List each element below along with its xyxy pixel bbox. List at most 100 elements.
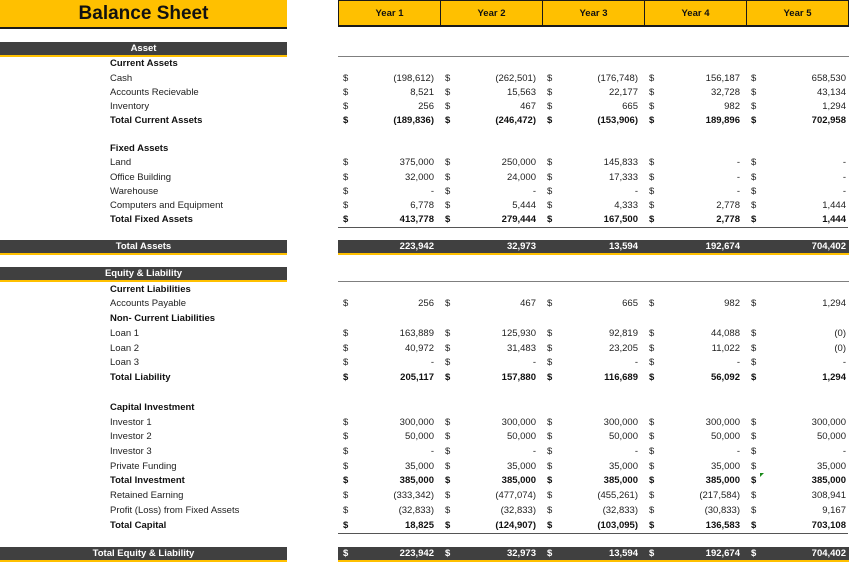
value-cell-year-2[interactable]: $385,000 xyxy=(440,474,542,489)
year-header-2[interactable]: Year 2 xyxy=(441,1,543,25)
value-cell-year-1[interactable]: $413,778 xyxy=(338,213,440,229)
value-cell-year-5[interactable]: $1,294 xyxy=(746,371,848,386)
row-label[interactable]: Non- Current Liabilities xyxy=(110,312,215,327)
value-cell-year-4[interactable]: $ (30,833) xyxy=(644,504,746,519)
row-label[interactable]: Office Building xyxy=(110,171,171,186)
value-cell-year-2[interactable]: $157,880 xyxy=(440,371,542,386)
value-cell-year-3[interactable]: $ (153,906) xyxy=(542,114,644,129)
value-cell-year-4[interactable]: $ - xyxy=(644,171,746,186)
value-cell-year-3[interactable]: $ (103,095) xyxy=(542,519,644,535)
row-label[interactable]: Profit (Loss) from Fixed Assets xyxy=(110,504,239,519)
value-cell-year-1[interactable]: $ - xyxy=(338,185,440,200)
total-cell-year-1[interactable]: 223,942 xyxy=(338,240,440,253)
value-cell-year-4[interactable]: $2,778 xyxy=(644,199,746,214)
value-cell-year-2[interactable]: $125,930 xyxy=(440,327,542,342)
value-cell-year-2[interactable]: $ (477,074) xyxy=(440,489,542,504)
value-cell-year-2[interactable]: $ (262,501) xyxy=(440,72,542,87)
value-cell-year-3[interactable]: $116,689 xyxy=(542,371,644,386)
row-label[interactable]: Private Funding xyxy=(110,460,177,475)
value-cell-year-5[interactable]: $1,294 xyxy=(746,100,848,115)
row-label[interactable]: Land xyxy=(110,156,131,171)
value-cell-year-5[interactable]: $1,444 xyxy=(746,199,848,214)
value-cell-year-5[interactable]: $43,134 xyxy=(746,86,848,101)
value-cell-year-2[interactable]: $31,483 xyxy=(440,342,542,357)
value-cell-year-4[interactable]: $2,778 xyxy=(644,213,746,229)
value-cell-year-1[interactable]: $256 xyxy=(338,100,440,115)
row-label[interactable]: Total Capital xyxy=(110,519,166,534)
total-cell-year-1[interactable]: $223,942 xyxy=(338,547,440,560)
total-cell-year-4[interactable]: 192,674 xyxy=(644,240,746,253)
value-cell-year-4[interactable]: $32,728 xyxy=(644,86,746,101)
value-cell-year-3[interactable]: $50,000 xyxy=(542,430,644,445)
row-label[interactable]: Total Current Assets xyxy=(110,114,202,129)
total-cell-year-3[interactable]: $13,594 xyxy=(542,547,644,560)
value-cell-year-2[interactable]: $300,000 xyxy=(440,416,542,431)
value-cell-year-2[interactable]: $ (124,907) xyxy=(440,519,542,535)
value-cell-year-2[interactable]: $467 xyxy=(440,100,542,115)
value-cell-year-4[interactable]: $ - xyxy=(644,156,746,171)
value-cell-year-2[interactable]: $50,000 xyxy=(440,430,542,445)
value-cell-year-5[interactable]: $702,958 xyxy=(746,114,848,129)
value-cell-year-5[interactable]: $ - xyxy=(746,171,848,186)
row-label[interactable]: Total Investment xyxy=(110,474,185,489)
row-label[interactable]: Investor 1 xyxy=(110,416,152,431)
row-label[interactable]: Investor 3 xyxy=(110,445,152,460)
value-cell-year-2[interactable]: $24,000 xyxy=(440,171,542,186)
value-cell-year-4[interactable]: $35,000 xyxy=(644,460,746,475)
value-cell-year-2[interactable]: $ - xyxy=(440,445,542,460)
value-cell-year-5[interactable]: $658,530 xyxy=(746,72,848,87)
row-label[interactable]: Current Liabilities xyxy=(110,283,191,298)
row-label[interactable]: Accounts Recievable xyxy=(110,86,199,101)
value-cell-year-1[interactable]: $8,521 xyxy=(338,86,440,101)
value-cell-year-2[interactable]: $ - xyxy=(440,356,542,371)
value-cell-year-4[interactable]: $44,088 xyxy=(644,327,746,342)
value-cell-year-1[interactable]: $300,000 xyxy=(338,416,440,431)
value-cell-year-1[interactable]: $163,889 xyxy=(338,327,440,342)
total-cell-year-3[interactable]: 13,594 xyxy=(542,240,644,253)
value-cell-year-4[interactable]: $156,187 xyxy=(644,72,746,87)
value-cell-year-3[interactable]: $17,333 xyxy=(542,171,644,186)
value-cell-year-2[interactable]: $467 xyxy=(440,297,542,312)
value-cell-year-2[interactable]: $279,444 xyxy=(440,213,542,229)
row-label[interactable]: Warehouse xyxy=(110,185,158,200)
value-cell-year-3[interactable]: $ - xyxy=(542,185,644,200)
row-label[interactable]: Loan 2 xyxy=(110,342,139,357)
value-cell-year-3[interactable]: $4,333 xyxy=(542,199,644,214)
total-cell-year-2[interactable]: $32,973 xyxy=(440,547,542,560)
value-cell-year-3[interactable]: $ (455,261) xyxy=(542,489,644,504)
value-cell-year-2[interactable]: $5,444 xyxy=(440,199,542,214)
value-cell-year-5[interactable]: $9,167 xyxy=(746,504,848,519)
value-cell-year-1[interactable]: $40,972 xyxy=(338,342,440,357)
value-cell-year-3[interactable]: $ (176,748) xyxy=(542,72,644,87)
value-cell-year-4[interactable]: $ - xyxy=(644,185,746,200)
value-cell-year-3[interactable]: $665 xyxy=(542,297,644,312)
value-cell-year-1[interactable]: $35,000 xyxy=(338,460,440,475)
value-cell-year-5[interactable]: $308,941 xyxy=(746,489,848,504)
value-cell-year-4[interactable]: $385,000 xyxy=(644,474,746,489)
row-label[interactable]: Capital Investment xyxy=(110,401,194,416)
value-cell-year-1[interactable]: $205,117 xyxy=(338,371,440,386)
value-cell-year-1[interactable]: $ - xyxy=(338,445,440,460)
year-header-5[interactable]: Year 5 xyxy=(747,1,848,25)
value-cell-year-3[interactable]: $35,000 xyxy=(542,460,644,475)
value-cell-year-1[interactable]: $385,000 xyxy=(338,474,440,489)
value-cell-year-3[interactable]: $ - xyxy=(542,445,644,460)
year-header-3[interactable]: Year 3 xyxy=(543,1,645,25)
value-cell-year-3[interactable]: $92,819 xyxy=(542,327,644,342)
value-cell-year-2[interactable]: $ (32,833) xyxy=(440,504,542,519)
row-label[interactable]: Total Fixed Assets xyxy=(110,213,193,228)
value-cell-year-5[interactable]: $1,294 xyxy=(746,297,848,312)
value-cell-year-4[interactable]: $50,000 xyxy=(644,430,746,445)
value-cell-year-1[interactable]: $ (333,342) xyxy=(338,489,440,504)
value-cell-year-1[interactable]: $ (198,612) xyxy=(338,72,440,87)
row-label[interactable]: Investor 2 xyxy=(110,430,152,445)
row-label[interactable]: Fixed Assets xyxy=(110,142,168,157)
value-cell-year-5[interactable]: $ - xyxy=(746,356,848,371)
total-cell-year-2[interactable]: 32,973 xyxy=(440,240,542,253)
row-label[interactable]: Computers and Equipment xyxy=(110,199,223,214)
row-label[interactable]: Total Liability xyxy=(110,371,171,386)
value-cell-year-3[interactable]: $665 xyxy=(542,100,644,115)
row-label[interactable]: Loan 1 xyxy=(110,327,139,342)
value-cell-year-2[interactable]: $ - xyxy=(440,185,542,200)
value-cell-year-3[interactable]: $145,833 xyxy=(542,156,644,171)
